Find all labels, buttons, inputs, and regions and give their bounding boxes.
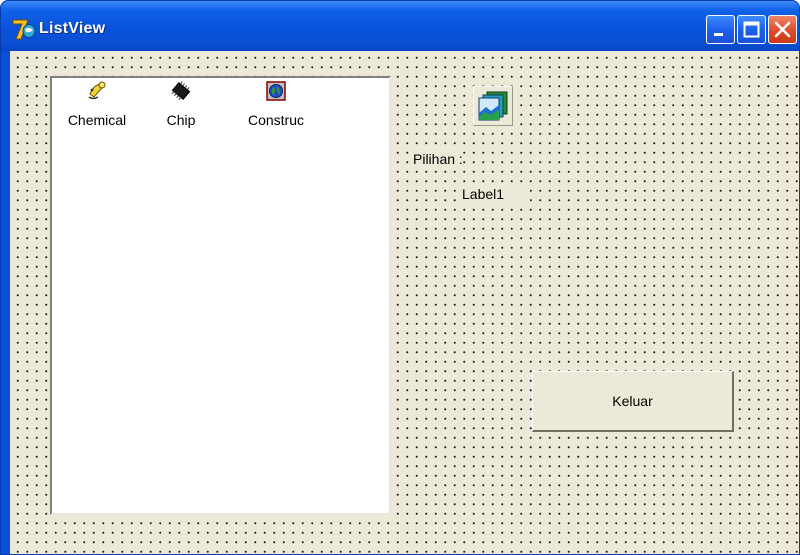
window-title: ListView [39,20,106,37]
list-item-label: Construc [247,112,305,128]
minimize-button[interactable] [706,15,735,44]
chip-icon [171,81,191,101]
pilihan-label: Pilihan : [413,151,463,167]
construction-globe-icon [266,81,286,101]
maximize-button[interactable] [737,15,766,44]
close-button[interactable] [768,15,797,44]
list-item-label: Chemical [67,112,127,128]
list-view[interactable]: Chemical Chip Construc [50,76,391,515]
list-item-label: Chip [166,112,196,128]
selected-item-label: Label1 [459,184,530,204]
image-stack-icon [478,91,508,121]
chemical-icon [88,81,106,100]
minimize-icon [714,33,723,36]
list-item-chip[interactable]: Chip [156,80,206,128]
list-item-construc[interactable]: Construc [237,80,315,128]
close-icon [774,21,791,38]
picture-box[interactable] [473,86,513,126]
list-item-chemical[interactable]: Chemical [62,80,132,128]
form-client-area: Chemical Chip Construc Pilihan: Label1 … [10,51,799,554]
maximize-icon [743,21,760,38]
delphi-app-icon[interactable] [11,17,37,41]
listview-window: ListView Chemical Chip Construc Pilihan … [0,0,800,555]
keluar-button[interactable]: Keluar [532,371,734,432]
title-bar[interactable]: ListView [1,1,799,51]
